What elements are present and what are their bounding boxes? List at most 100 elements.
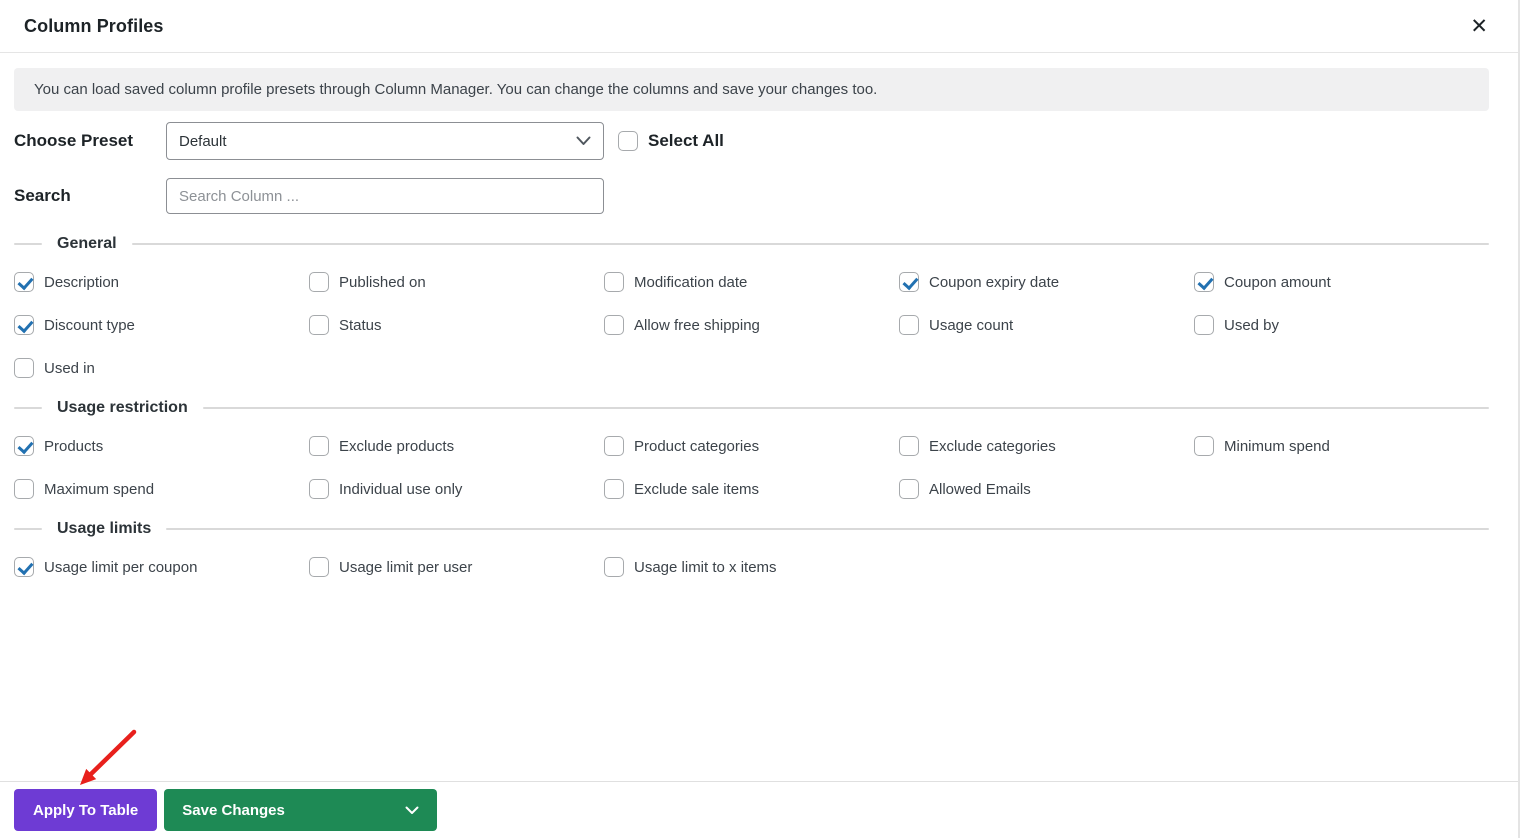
- checkbox-item-allow-free-shipping[interactable]: Allow free shipping: [604, 315, 899, 335]
- checkbox-label: Used by: [1224, 316, 1280, 334]
- checkbox-item-minimum-spend[interactable]: Minimum spend: [1194, 436, 1489, 456]
- checkbox[interactable]: [14, 436, 34, 456]
- checkbox-label: Usage count: [929, 316, 1014, 334]
- checkbox[interactable]: [309, 436, 329, 456]
- checkbox-item-exclude-sale-items[interactable]: Exclude sale items: [604, 479, 899, 499]
- preset-select[interactable]: Default: [166, 122, 604, 160]
- checkbox-item-usage-count[interactable]: Usage count: [899, 315, 1194, 335]
- modal-header: Column Profiles ✕: [0, 0, 1518, 53]
- checkbox-label: Modification date: [634, 273, 748, 291]
- checkbox-item-maximum-spend[interactable]: Maximum spend: [14, 479, 309, 499]
- checkbox-label: Description: [44, 273, 120, 291]
- column-profiles-modal: Column Profiles ✕ You can load saved col…: [0, 0, 1520, 838]
- checkbox-label: Discount type: [44, 316, 135, 334]
- checkbox-item-usage-limit-per-user[interactable]: Usage limit per user: [309, 557, 604, 577]
- checkbox[interactable]: [309, 479, 329, 499]
- checkbox-item-status[interactable]: Status: [309, 315, 604, 335]
- checkbox-item-usage-limit-per-coupon[interactable]: Usage limit per coupon: [14, 557, 309, 577]
- checkbox-item-discount-type[interactable]: Discount type: [14, 315, 309, 335]
- checkbox-label: Maximum spend: [44, 480, 155, 498]
- checkbox[interactable]: [604, 557, 624, 577]
- checkbox-label: Individual use only: [339, 480, 463, 498]
- select-all-toggle[interactable]: Select All: [618, 131, 724, 151]
- search-label: Search: [14, 186, 71, 205]
- checkbox[interactable]: [1194, 272, 1214, 292]
- checkbox-item-coupon-amount[interactable]: Coupon amount: [1194, 272, 1489, 292]
- checkbox-item-allowed-emails[interactable]: Allowed Emails: [899, 479, 1194, 499]
- section-usage-limits: Usage limits Usage limit per coupon Usag…: [14, 520, 1489, 577]
- checkbox-label: Usage limit to x items: [634, 558, 777, 576]
- save-changes-label: Save Changes: [182, 801, 285, 819]
- checkbox-label: Minimum spend: [1224, 437, 1330, 455]
- checkbox[interactable]: [309, 272, 329, 292]
- checkbox[interactable]: [604, 479, 624, 499]
- section-usage-restriction-header: Usage restriction: [14, 399, 1489, 417]
- choose-preset-row: Choose Preset Default Select All: [14, 122, 1489, 160]
- close-icon[interactable]: ✕: [1466, 12, 1492, 41]
- checkbox-label: Exclude products: [339, 437, 455, 455]
- checkbox-item-modification-date[interactable]: Modification date: [604, 272, 899, 292]
- checkbox-item-used-by[interactable]: Used by: [1194, 315, 1489, 335]
- checkbox-item-product-categories[interactable]: Product categories: [604, 436, 899, 456]
- chevron-down-icon: [405, 806, 419, 814]
- checkbox[interactable]: [14, 315, 34, 335]
- section-title: Usage limits: [57, 520, 152, 537]
- checkbox-item-exclude-categories[interactable]: Exclude categories: [899, 436, 1194, 456]
- checkbox[interactable]: [899, 479, 919, 499]
- checkbox-label: Used in: [44, 359, 95, 377]
- checkbox[interactable]: [309, 557, 329, 577]
- section-usage-limits-header: Usage limits: [14, 520, 1489, 538]
- checkbox-item-coupon-expiry-date[interactable]: Coupon expiry date: [899, 272, 1194, 292]
- checkbox[interactable]: [899, 436, 919, 456]
- checkbox[interactable]: [899, 315, 919, 335]
- apply-to-table-button[interactable]: Apply To Table: [14, 789, 158, 831]
- checkbox-label: Exclude sale items: [634, 480, 760, 498]
- section-rule: [131, 243, 1489, 245]
- section-usage-restriction-grid: Products Exclude products Product catego…: [14, 436, 1489, 499]
- checkbox[interactable]: [899, 272, 919, 292]
- section-dash: [14, 528, 42, 530]
- select-all-label: Select All: [648, 131, 724, 150]
- checkbox[interactable]: [14, 358, 34, 378]
- checkbox[interactable]: [1194, 436, 1214, 456]
- search-input[interactable]: [166, 178, 604, 214]
- section-general: General Description Published on Modific…: [14, 235, 1489, 378]
- checkbox[interactable]: [604, 315, 624, 335]
- checkbox[interactable]: [1194, 315, 1214, 335]
- checkbox-label: Usage limit per user: [339, 558, 473, 576]
- checkbox[interactable]: [14, 557, 34, 577]
- preset-select-wrap: Default: [166, 122, 604, 160]
- checkbox-item-usage-limit-to-x-items[interactable]: Usage limit to x items: [604, 557, 899, 577]
- checkbox-item-individual-use-only[interactable]: Individual use only: [309, 479, 604, 499]
- section-general-header: General: [14, 235, 1489, 253]
- checkbox[interactable]: [604, 436, 624, 456]
- checkbox-label: Status: [339, 316, 382, 334]
- checkbox-item-exclude-products[interactable]: Exclude products: [309, 436, 604, 456]
- checkbox-item-published-on[interactable]: Published on: [309, 272, 604, 292]
- checkbox-label: Allowed Emails: [929, 480, 1031, 498]
- search-row: Search: [14, 178, 1489, 214]
- page-title: Column Profiles: [24, 15, 164, 36]
- section-usage-limits-grid: Usage limit per coupon Usage limit per u…: [14, 557, 1489, 577]
- select-all-checkbox[interactable]: [618, 131, 638, 151]
- section-general-grid: Description Published on Modification da…: [14, 272, 1489, 378]
- checkbox-label: Coupon expiry date: [929, 273, 1060, 291]
- checkbox-item-description[interactable]: Description: [14, 272, 309, 292]
- section-dash: [14, 407, 42, 409]
- checkbox[interactable]: [14, 272, 34, 292]
- checkbox-label: Published on: [339, 273, 426, 291]
- checkbox[interactable]: [309, 315, 329, 335]
- section-rule: [202, 407, 1489, 409]
- modal-footer: Apply To Table Save Changes: [0, 781, 1518, 838]
- checkbox-item-used-in[interactable]: Used in: [14, 358, 309, 378]
- section-rule: [166, 528, 1489, 530]
- section-dash: [14, 243, 42, 245]
- checkbox[interactable]: [604, 272, 624, 292]
- modal-body: You can load saved column profile preset…: [0, 53, 1518, 781]
- checkbox[interactable]: [14, 479, 34, 499]
- save-changes-button[interactable]: Save Changes: [164, 789, 438, 831]
- checkbox-item-products[interactable]: Products: [14, 436, 309, 456]
- checkbox-label: Allow free shipping: [634, 316, 760, 334]
- checkbox-label: Coupon amount: [1224, 273, 1331, 291]
- checkbox-label: Usage limit per coupon: [44, 558, 198, 576]
